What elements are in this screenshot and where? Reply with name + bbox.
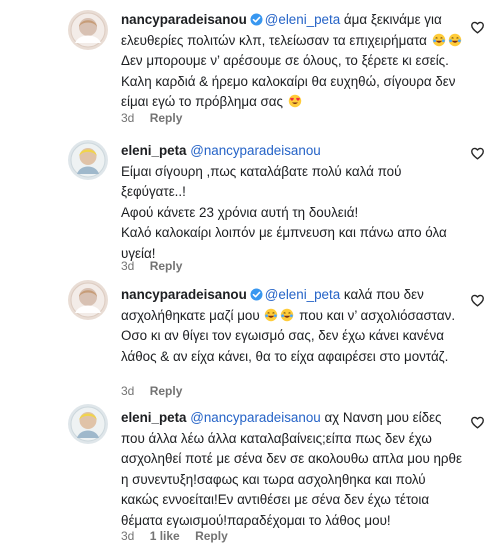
comment-age: 3d xyxy=(121,384,135,398)
avatar[interactable] xyxy=(68,280,108,320)
avatar[interactable] xyxy=(68,404,108,444)
like-heart-icon[interactable] xyxy=(470,20,485,35)
laughing-emoji-icon xyxy=(264,308,278,322)
verified-badge-icon xyxy=(250,287,263,301)
comment-mention[interactable]: @eleni_peta xyxy=(265,287,340,302)
comment-text: αχ Νανση μου είδες που άλλα λέω άλλα κατ… xyxy=(121,410,462,528)
like-heart-icon[interactable] xyxy=(470,415,485,430)
comment-age: 3d xyxy=(121,111,135,125)
comment-meta: 3d Reply xyxy=(121,111,194,125)
avatar[interactable] xyxy=(68,140,108,180)
laughing-emoji-icon xyxy=(280,308,294,322)
comment-body: eleni_peta @nancyparadeisanou αχ Νανση μ… xyxy=(121,408,463,531)
comment-age: 3d xyxy=(121,259,135,273)
comment-line: Είμαι σίγουρη ,πως καταλάβατε πολύ καλά … xyxy=(121,163,402,200)
comment-username[interactable]: nancyparadeisanou xyxy=(121,12,247,27)
comment-username[interactable]: nancyparadeisanou xyxy=(121,287,247,302)
reply-button[interactable]: Reply xyxy=(150,111,183,125)
like-heart-icon[interactable] xyxy=(470,146,485,161)
verified-badge-icon xyxy=(250,12,263,26)
comment-body: nancyparadeisanou @eleni_peta άμα ξεκινάμ… xyxy=(121,10,463,113)
reply-button[interactable]: Reply xyxy=(150,259,183,273)
comment-meta: 3d 1 like Reply xyxy=(121,529,240,543)
heart-eyes-emoji-icon xyxy=(288,94,302,108)
like-heart-icon[interactable] xyxy=(470,293,485,308)
avatar[interactable] xyxy=(68,10,108,50)
laughing-emoji-icon xyxy=(448,33,462,47)
comment-age: 3d xyxy=(121,529,135,543)
comment-username[interactable]: eleni_peta xyxy=(121,143,187,158)
comment-line: Καλό καλοκαίρι λοιπόν με έμπνευση και πά… xyxy=(121,225,447,261)
comment-mention[interactable]: @nancyparadeisanou xyxy=(190,143,320,158)
comment-meta: 3d Reply xyxy=(121,259,194,273)
comment-header: eleni_peta @nancyparadeisanou xyxy=(121,141,463,162)
comment-line: Αφού κάνετε 23 χρόνια αυτή τη δουλειά! xyxy=(121,204,359,220)
likes-count-button[interactable]: 1 like xyxy=(150,529,180,543)
comment-body: nancyparadeisanou @eleni_peta καλά που δε… xyxy=(121,285,463,367)
comment-mention[interactable]: @eleni_peta xyxy=(265,12,340,27)
comment-body: eleni_peta @nancyparadeisanou Είμαι σίγο… xyxy=(121,141,463,264)
reply-button[interactable]: Reply xyxy=(150,384,183,398)
laughing-emoji-icon xyxy=(432,33,446,47)
comment-mention[interactable]: @nancyparadeisanou xyxy=(190,410,320,425)
comment-username[interactable]: eleni_peta xyxy=(121,410,187,425)
reply-button[interactable]: Reply xyxy=(195,529,228,543)
comment-meta: 3d Reply xyxy=(121,384,194,398)
